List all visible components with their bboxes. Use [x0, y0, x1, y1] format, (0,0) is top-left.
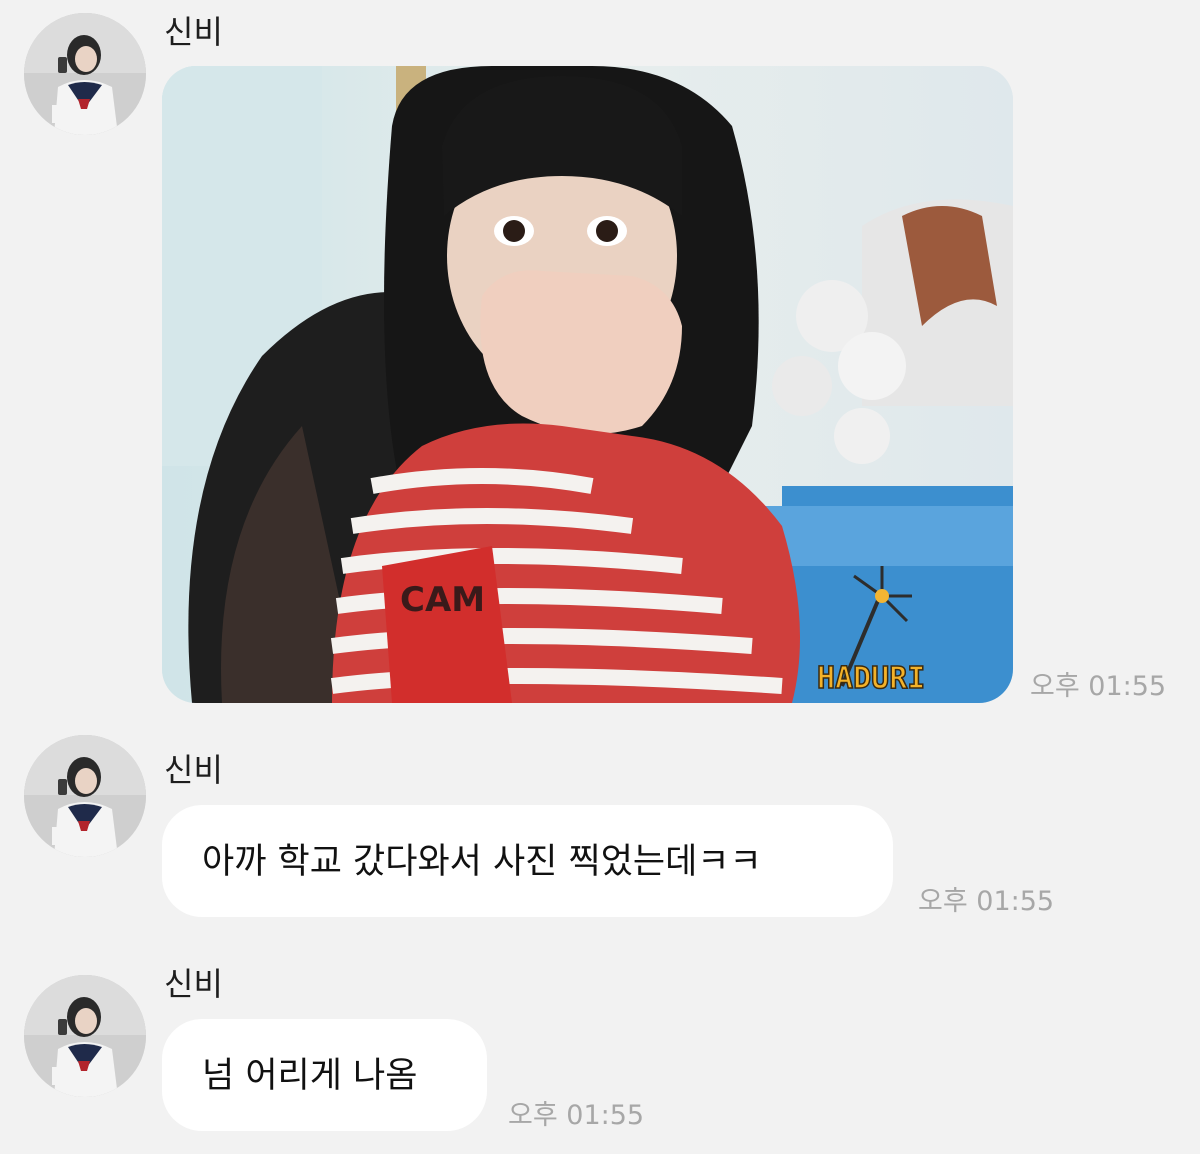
avatar[interactable] — [24, 13, 146, 135]
sender-name: 신비 — [164, 13, 223, 51]
shirt-print: CAM — [400, 580, 485, 620]
photo-message[interactable]: CAM HADURI — [162, 66, 1013, 703]
sender-name: 신비 — [164, 751, 223, 789]
timestamp: 오후 01:55 — [1030, 671, 1167, 702]
avatar[interactable] — [24, 735, 146, 857]
message-bubble[interactable]: 넘 어리게 나옴 — [162, 1019, 487, 1131]
haduri-watermark: HADURI — [817, 661, 925, 696]
sender-name: 신비 — [164, 965, 223, 1003]
avatar[interactable] — [24, 975, 146, 1097]
timestamp: 오후 01:55 — [918, 886, 1055, 917]
message-bubble[interactable]: 아까 학교 갔다와서 사진 찍었는데ㅋㅋ — [162, 805, 893, 917]
timestamp: 오후 01:55 — [508, 1100, 645, 1131]
